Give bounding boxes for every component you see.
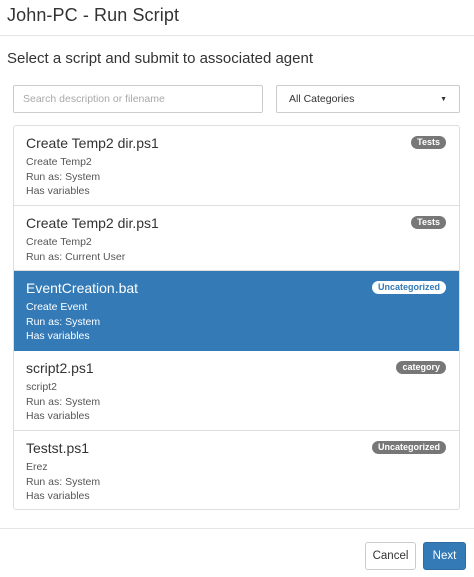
script-item[interactable]: Create Temp2 dir.ps1 Tests Create Temp2 …	[14, 206, 459, 271]
script-run-as: Run as: System	[26, 316, 101, 328]
category-badge: Uncategorized	[371, 281, 446, 294]
caret-down-icon: ▼	[440, 95, 447, 103]
script-name: Testst.ps1	[26, 440, 90, 456]
category-select[interactable]: All Categories ▼	[276, 85, 460, 113]
script-description: Erez	[26, 461, 48, 473]
script-name: Create Temp2 dir.ps1	[26, 215, 159, 231]
category-badge: Tests	[411, 216, 446, 229]
script-description: Create Temp2	[26, 156, 92, 168]
script-list: Create Temp2 dir.ps1 Tests Create Temp2 …	[13, 125, 460, 510]
next-button[interactable]: Next	[423, 542, 466, 570]
script-item[interactable]: Testst.ps1 Uncategorized Erez Run as: Sy…	[14, 431, 459, 509]
dialog-header: John-PC - Run Script	[0, 0, 474, 36]
script-item[interactable]: Create Temp2 dir.ps1 Tests Create Temp2 …	[14, 126, 459, 206]
script-run-as: Run as: System	[26, 476, 101, 488]
script-has-variables: Has variables	[26, 185, 90, 197]
script-name: script2.ps1	[26, 360, 94, 376]
script-description: script2	[26, 381, 57, 393]
script-name: Create Temp2 dir.ps1	[26, 135, 159, 151]
script-run-as: Run as: System	[26, 396, 101, 408]
script-item[interactable]: script2.ps1 category script2 Run as: Sys…	[14, 351, 459, 431]
script-description: Create Event	[26, 301, 88, 313]
script-run-as: Run as: Current User	[26, 251, 126, 263]
category-badge: Uncategorized	[371, 441, 446, 454]
dialog-subtitle: Select a script and submit to associated…	[7, 50, 314, 67]
script-run-as: Run as: System	[26, 171, 101, 183]
script-has-variables: Has variables	[26, 330, 90, 342]
category-select-value: All Categories	[289, 93, 355, 105]
cancel-button[interactable]: Cancel	[365, 542, 416, 570]
search-input[interactable]	[13, 85, 263, 113]
script-has-variables: Has variables	[26, 410, 90, 422]
footer-divider	[0, 528, 474, 529]
script-name: EventCreation.bat	[26, 280, 139, 296]
category-badge: Tests	[411, 136, 446, 149]
script-item-selected[interactable]: EventCreation.bat Uncategorized Create E…	[14, 271, 459, 351]
script-description: Create Temp2	[26, 236, 92, 248]
category-badge: category	[396, 361, 446, 374]
script-has-variables: Has variables	[26, 490, 90, 502]
dialog-title: John-PC - Run Script	[7, 5, 180, 25]
